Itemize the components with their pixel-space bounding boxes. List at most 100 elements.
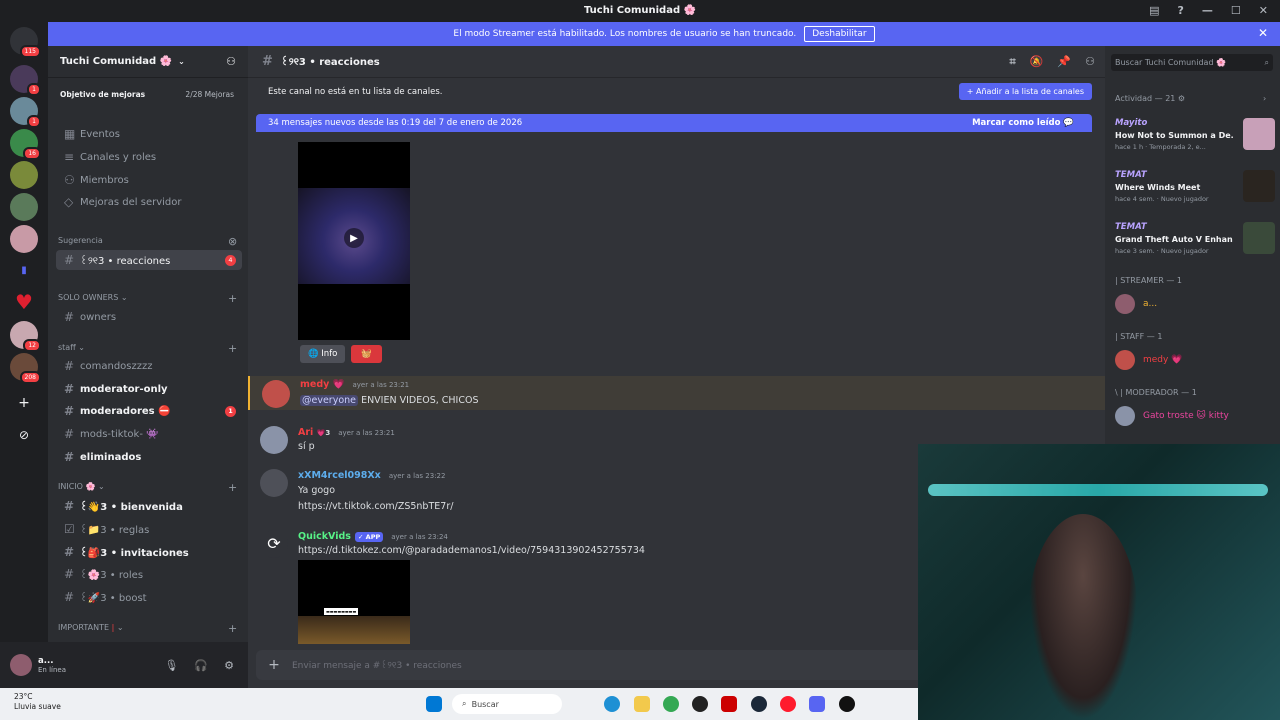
mark-read-button[interactable]: Marcar como leído 💬: [972, 118, 1074, 128]
settings-gear-icon[interactable]: ⚙: [224, 659, 234, 672]
heart-server-icon[interactable]: ♥: [10, 289, 38, 317]
disable-streamer-button[interactable]: Deshabilitar: [804, 26, 875, 42]
member-item[interactable]: Gato troste 🐱 kitty: [1115, 406, 1229, 426]
app-icon[interactable]: [839, 696, 855, 712]
nav-events[interactable]: ▦ Eventos: [56, 124, 242, 144]
nav-channels-roles[interactable]: ≡ Canales y roles: [56, 147, 242, 167]
category-importante[interactable]: IMPORTANTE | ⌄ +: [58, 622, 237, 635]
server-icon[interactable]: 12: [10, 321, 41, 352]
channel-boost[interactable]: # ꒰🚀3 • boost: [56, 587, 242, 607]
channel-roles[interactable]: # ꒰🌸3 • roles: [56, 564, 242, 584]
help-icon[interactable]: ?: [1178, 4, 1184, 17]
close-window-icon[interactable]: ✕: [1259, 4, 1268, 17]
discover-icon[interactable]: ⊘: [10, 421, 38, 449]
attach-plus-icon[interactable]: +: [256, 657, 292, 673]
activity-header[interactable]: Actividad — 21 ⚙ ›: [1115, 94, 1266, 103]
discord-icon[interactable]: [809, 696, 825, 712]
server-icon[interactable]: [10, 161, 38, 189]
category-sugerencia[interactable]: Sugerencia ⊗: [58, 235, 237, 248]
add-channel-icon[interactable]: +: [228, 481, 237, 494]
explorer-icon[interactable]: [634, 696, 650, 712]
opera-icon[interactable]: [780, 696, 796, 712]
channel-owners[interactable]: # owners: [56, 307, 242, 327]
channel-invitaciones[interactable]: # ꒰🎒3 • invitaciones: [56, 542, 242, 562]
server-icon[interactable]: [10, 225, 38, 253]
minimize-icon[interactable]: —: [1202, 4, 1213, 17]
channel-eliminados[interactable]: # eliminados: [56, 447, 242, 467]
server-icon[interactable]: 16: [10, 129, 41, 160]
server-icon[interactable]: 1: [10, 97, 41, 128]
activity-item[interactable]: TEMAT Grand Theft Auto V Enhan... hace 3…: [1115, 222, 1275, 264]
activity-item[interactable]: Mayito How Not to Summon a De... hace 1 …: [1115, 118, 1275, 160]
category-solo-owners[interactable]: SOLO OWNERS ⌄ +: [58, 292, 237, 305]
member-list-icon[interactable]: ⚇: [1085, 55, 1095, 69]
quickvids-avatar[interactable]: ⟳: [260, 530, 288, 558]
chrome-icon[interactable]: [663, 696, 679, 712]
composer-placeholder[interactable]: Enviar mensaje a #꒰୨୧3 • reacciones: [292, 659, 462, 671]
channel-moderadores[interactable]: # moderadores ⛔ 1: [56, 401, 242, 421]
avatar[interactable]: [262, 380, 290, 408]
folder-icon[interactable]: ▮: [10, 257, 38, 285]
message-link[interactable]: https://d.tiktokez.com/@paradademanos1/v…: [298, 545, 645, 556]
play-icon[interactable]: ▶: [344, 228, 364, 248]
channel-bienvenida[interactable]: # ꒰👋3 • bienvenida: [56, 496, 242, 516]
channel-mods-tiktok[interactable]: # mods-tiktok- 👾: [56, 424, 242, 444]
avatar[interactable]: [10, 654, 32, 676]
nav-members[interactable]: ⚇ Miembros: [56, 170, 242, 190]
mic-icon[interactable]: 🎙: [164, 659, 178, 672]
server-icon[interactable]: 208: [10, 353, 41, 384]
add-channel-icon[interactable]: +: [228, 622, 237, 635]
close-icon[interactable]: ⊗: [228, 235, 237, 248]
taskbar-search[interactable]: ⌕ Buscar: [452, 694, 562, 714]
message-author[interactable]: xXM4rcel098Xx ayer a las 23:22: [298, 470, 445, 481]
mention[interactable]: @everyone: [300, 395, 359, 406]
inbox-icon[interactable]: ▤: [1149, 4, 1159, 17]
server-icon[interactable]: [10, 193, 38, 221]
boost-goal[interactable]: Objetivo de mejoras 2/28 Mejoras: [54, 82, 242, 106]
server-icon[interactable]: 1: [10, 65, 41, 96]
video-embed[interactable]: ▬▬▬▬▬▬▬▬: [298, 560, 410, 644]
new-messages-bar[interactable]: 34 mensajes nuevos desde las 0:19 del 7 …: [256, 114, 1092, 132]
channel-reacciones[interactable]: # ꒰୨୧3 • reacciones 4: [56, 250, 242, 270]
headphones-icon[interactable]: 🎧: [194, 659, 208, 672]
user-info[interactable]: a... En línea: [38, 656, 66, 674]
guild-header[interactable]: Tuchi Comunidad 🌸 ⌄ ⚇: [48, 46, 248, 78]
category-staff[interactable]: staff ⌄ +: [58, 342, 237, 355]
edge-icon[interactable]: [604, 696, 620, 712]
avatar[interactable]: [260, 469, 288, 497]
channel-comandoszzzz[interactable]: # comandoszzzz: [56, 356, 242, 376]
pin-icon[interactable]: 📌: [1057, 55, 1071, 69]
weather-widget[interactable]: 23°C Lluvia suave: [14, 692, 61, 712]
nav-boosts[interactable]: ◇ Mejoras del servidor: [56, 192, 242, 212]
mute-bell-icon[interactable]: 🔕: [1030, 55, 1044, 69]
info-button[interactable]: 🌐 Info: [300, 345, 346, 363]
add-server-icon[interactable]: +: [10, 389, 38, 417]
chevron-right-icon[interactable]: ›: [1263, 94, 1266, 103]
add-to-list-button[interactable]: + Añadir a la lista de canales: [958, 83, 1092, 100]
close-banner-icon[interactable]: ✕: [1258, 26, 1268, 40]
message[interactable]: medy 💗 ayer a las 23:21 @everyone ENVIEN …: [248, 376, 1105, 410]
activity-item[interactable]: TEMAT Where Winds Meet hace 4 sem. · Nue…: [1115, 170, 1275, 212]
steam-icon[interactable]: [751, 696, 767, 712]
member-item[interactable]: medy 💗: [1115, 350, 1182, 370]
message-author[interactable]: medy 💗 ayer a las 23:21: [300, 379, 409, 390]
message-link[interactable]: https://vt.tiktok.com/ZS5nbTE7r/: [298, 501, 453, 512]
windows-start-icon[interactable]: [426, 696, 442, 712]
invite-icon[interactable]: ⚇: [226, 55, 236, 68]
video-embed[interactable]: ▶: [298, 142, 410, 340]
add-channel-icon[interactable]: +: [228, 342, 237, 355]
home-server[interactable]: 115: [10, 27, 41, 58]
member-item[interactable]: a...: [1115, 294, 1157, 314]
basket-button[interactable]: 🧺: [351, 345, 382, 363]
message-author[interactable]: Ari 💗3 ayer a las 23:21: [298, 427, 395, 438]
search-input[interactable]: Buscar Tuchi Comunidad 🌸 ⌕: [1111, 54, 1273, 71]
maximize-icon[interactable]: ☐: [1231, 4, 1241, 17]
add-channel-icon[interactable]: +: [228, 292, 237, 305]
app-icon[interactable]: [721, 696, 737, 712]
app-icon[interactable]: [692, 696, 708, 712]
message-author[interactable]: QuickVids ✓ APP ayer a las 23:24: [298, 531, 448, 542]
channel-reglas[interactable]: ☑ ꒰📁3 • reglas: [56, 519, 242, 539]
category-inicio[interactable]: INICIO 🌸 ⌄ +: [58, 481, 237, 494]
avatar[interactable]: [260, 426, 288, 454]
channel-moderator-only[interactable]: # moderator-only: [56, 379, 242, 399]
